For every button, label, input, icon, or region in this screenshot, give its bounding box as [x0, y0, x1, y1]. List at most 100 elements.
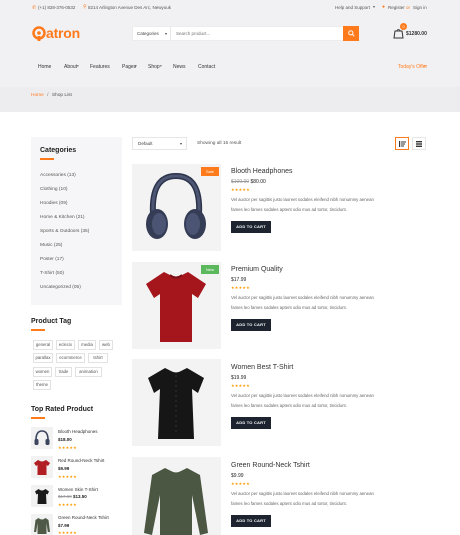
register-link[interactable]: Register — [388, 5, 405, 10]
product-description-line: Vel auctor per sagittis justo laoreet so… — [231, 197, 374, 202]
product-title[interactable]: Premium Quality — [231, 266, 283, 273]
tag-eclecix[interactable]: eclecix — [56, 340, 75, 350]
tag-parallax[interactable]: parallax — [33, 353, 53, 363]
search-icon — [347, 30, 355, 37]
product-description-line: fames leo fames sodales aptent odio mus … — [231, 305, 347, 310]
add-to-cart-button[interactable]: ADD TO CART — [231, 417, 271, 429]
category-item[interactable]: Music (25) — [40, 243, 62, 248]
product-title[interactable]: Women Best T-Shirt — [231, 364, 293, 371]
top-rated-name[interactable]: Blooth Headphones — [58, 429, 98, 434]
top-rated-price-value: $13.50 — [73, 494, 87, 499]
nav-contact[interactable]: Contact — [198, 64, 215, 70]
logo[interactable]: atron — [31, 24, 91, 44]
top-rated-title: Top Rated Product — [31, 406, 94, 413]
top-rated-thumb[interactable] — [31, 514, 53, 535]
tag-tshirt[interactable]: tshirt — [88, 353, 108, 363]
product-description: Vel auctor per sagittis justo laoreet so… — [231, 391, 431, 411]
tag-media[interactable]: media — [78, 340, 96, 350]
top-rated-price: $9.99 — [58, 466, 69, 471]
top-rated-price: $18.00 — [58, 437, 72, 442]
add-to-cart-button[interactable]: ADD TO CART — [231, 515, 271, 527]
grid-view-icon — [416, 140, 422, 147]
top-rated-name[interactable]: Women Skin T-Shirt — [58, 487, 98, 492]
top-rated-thumb[interactable] — [31, 427, 53, 449]
category-item[interactable]: T-Shirt (50) — [40, 271, 64, 276]
tag-web[interactable]: web — [99, 340, 113, 350]
search-bar: Categories ▾ — [132, 26, 359, 41]
search-input[interactable] — [173, 27, 343, 40]
tag-animation[interactable]: animation — [75, 367, 102, 377]
chevron-down-icon: ▾ — [160, 64, 162, 68]
product-old-price: $100.00 — [231, 179, 250, 185]
top-rated-name[interactable]: Green Round-Neck Tshirt — [58, 515, 109, 520]
help-support-link[interactable]: Help and Support — [335, 5, 370, 10]
top-rated-thumb[interactable] — [31, 456, 53, 478]
top-rated-thumb[interactable] — [31, 485, 53, 507]
category-item[interactable]: Uncategorized (05) — [40, 285, 81, 290]
red-tshirt-image — [34, 460, 50, 475]
rating-stars: ★★★★★ — [58, 474, 77, 479]
cart-button[interactable]: 0 $1280.00 — [393, 23, 433, 43]
product-title[interactable]: Green Round-Neck Tshirt — [231, 462, 310, 469]
product-image[interactable] — [132, 457, 221, 535]
green-longsleeve-image — [144, 468, 208, 535]
tag-ecommerce[interactable]: ecommerce — [56, 353, 85, 363]
grid-view-button[interactable] — [412, 137, 426, 150]
breadcrumb-current: Shop List — [51, 93, 72, 98]
category-item[interactable]: Accessories (13) — [40, 173, 76, 178]
product-image[interactable]: New — [132, 262, 221, 349]
top-rated-price: $7.99 — [58, 523, 69, 528]
location-icon: ⚲ — [83, 4, 87, 10]
product-price-value: $80.00 — [250, 179, 266, 185]
category-select[interactable]: Categories ▾ — [133, 27, 171, 40]
add-to-cart-button[interactable]: ADD TO CART — [231, 319, 271, 331]
black-tshirt-image — [35, 489, 49, 504]
nav-news[interactable]: News — [173, 64, 186, 70]
top-rated-price-value: $18.00 — [58, 437, 72, 442]
product-image[interactable]: Sale — [132, 164, 221, 251]
top-rated-price-value: $7.99 — [58, 523, 70, 528]
product-price: $100.00 $80.00 — [231, 179, 266, 185]
tag-trade[interactable]: trade — [55, 367, 72, 377]
category-select-label: Categories — [137, 31, 159, 36]
rating-stars: ★★★★★ — [231, 481, 250, 486]
sale-badge: Sale — [201, 167, 219, 176]
sort-select[interactable]: Default ▾ — [132, 137, 187, 150]
product-description-line: fames leo fames sodales aptent odio mus … — [231, 207, 347, 212]
chevron-down-icon: ▾ — [135, 64, 137, 68]
signin-link[interactable]: Sign in — [413, 5, 427, 10]
category-item[interactable]: Sports & Outdoors (35) — [40, 229, 89, 234]
add-to-cart-button[interactable]: ADD TO CART — [231, 221, 271, 233]
nav-home[interactable]: Home — [38, 64, 51, 70]
categories-widget — [31, 137, 122, 305]
product-description-line: Vel auctor per sagittis justo laoreet so… — [231, 393, 374, 398]
nav-features[interactable]: Features — [90, 64, 110, 70]
headphones-image — [146, 172, 206, 239]
tag-general[interactable]: general — [33, 340, 53, 350]
nav-about[interactable]: About — [64, 64, 77, 70]
product-image[interactable] — [132, 359, 221, 446]
nav-shop[interactable]: Shop — [148, 64, 160, 70]
product-description: Vel auctor per sagittis justo laoreet so… — [231, 293, 431, 313]
product-title[interactable]: Blooth Headphones — [231, 168, 293, 175]
product-description-line: fames leo fames sodales aptent odio mus … — [231, 501, 347, 506]
chevron-down-icon: ▾ — [424, 64, 426, 68]
category-item[interactable]: Home & Kitchen (21) — [40, 215, 85, 220]
chevron-down-icon: ▾ — [164, 31, 167, 36]
tag-women[interactable]: women — [33, 367, 52, 377]
product-price-value: $9.99 — [231, 473, 244, 479]
list-view-button[interactable] — [395, 137, 409, 150]
category-item[interactable]: Poster (17) — [40, 257, 64, 262]
product-price: $9.99 — [231, 473, 244, 479]
tag-theme[interactable]: theme — [33, 380, 51, 390]
nav-todays-offer[interactable]: Today's Offer — [398, 64, 427, 70]
new-badge: New — [201, 265, 219, 274]
category-item[interactable]: Hoodies (09) — [40, 201, 67, 206]
product-price-value: $19.99 — [231, 375, 247, 381]
category-item[interactable]: Clothing (10) — [40, 187, 67, 192]
search-button[interactable] — [343, 26, 359, 41]
breadcrumb-home[interactable]: Home — [31, 93, 44, 98]
top-rated-name[interactable]: Red Round-Neck Tshirt — [58, 458, 104, 463]
title-underline — [31, 329, 45, 331]
headphones-image — [34, 430, 50, 445]
